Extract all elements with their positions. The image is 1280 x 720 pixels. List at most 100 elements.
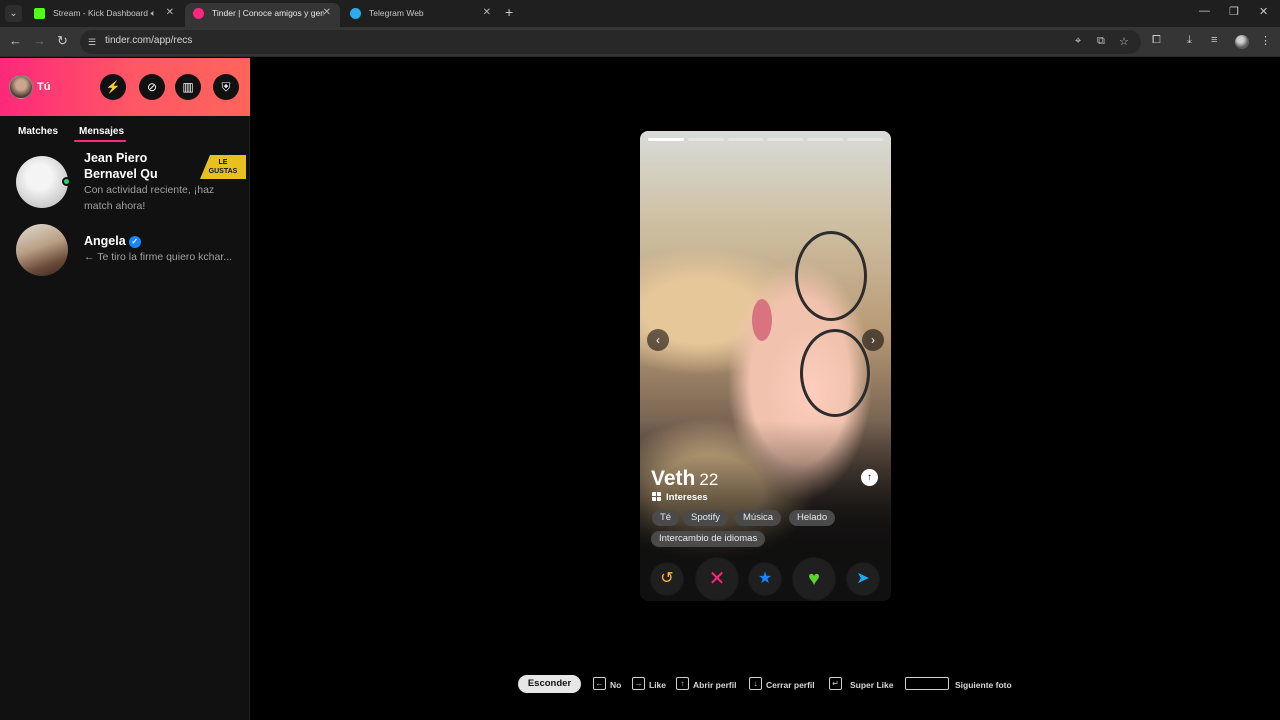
interest-chip: Intercambio de idiomas <box>651 531 766 547</box>
next-photo-icon[interactable]: › <box>862 329 884 351</box>
avatar <box>16 156 68 208</box>
site-info-icon[interactable]: ☰ <box>88 36 100 48</box>
speaker-icon[interactable]: 🔈︎ <box>151 3 156 23</box>
photo-progress-segment <box>648 138 684 141</box>
close-tab-icon[interactable]: ✕ <box>166 3 174 23</box>
shortcut-label: Like <box>649 680 667 690</box>
url-text[interactable]: tinder.com/app/recs <box>105 35 192 46</box>
my-profile-label[interactable]: Tú <box>37 81 50 93</box>
active-tab-indicator <box>74 140 126 142</box>
arrow-down-key-icon: ↓ <box>749 677 762 690</box>
tab-title: Stream - Kick Dashboard <box>53 8 148 18</box>
bookmark-star-icon[interactable]: ☆ <box>1119 35 1129 48</box>
tab-tinder[interactable]: Tinder | Conoce amigos y gente ✕ <box>185 3 340 27</box>
photo-progress-segment <box>727 138 764 141</box>
explore-icon[interactable]: ⊘ <box>139 74 165 100</box>
conversation-name: Angela <box>84 234 126 248</box>
rewind-button[interactable]: ↺ <box>651 563 683 595</box>
conversation-name: Bernavel Qu <box>84 167 158 181</box>
photo-progress-segment <box>767 138 804 141</box>
hide-shortcuts-button[interactable]: Esconder <box>518 675 581 693</box>
minimize-icon[interactable]: — <box>1199 5 1210 17</box>
conversation-preview: ← Te tiro la firme quiero kchar... <box>84 251 233 263</box>
boost-send-icon: ➤ <box>856 570 870 587</box>
tab-kick-dashboard[interactable]: Stream - Kick Dashboard 🔈︎ ✕ <box>26 3 183 27</box>
tab-mensajes[interactable]: Mensajes <box>79 126 124 137</box>
interest-chip: Música <box>735 510 782 526</box>
conversation-item[interactable]: Angela ✓ ← Te tiro la firme quiero kchar.… <box>0 222 250 280</box>
telegram-favicon-icon <box>350 8 361 19</box>
super-like-button[interactable]: ★ <box>749 563 781 595</box>
shortcut-label: Cerrar perfil <box>766 680 815 690</box>
boost-icon[interactable]: ⚡ <box>100 74 126 100</box>
shortcut-label: Siguiente foto <box>955 680 1012 690</box>
open-profile-icon[interactable]: ↑ <box>861 469 878 486</box>
avatar <box>16 224 68 276</box>
gift-icon[interactable]: ▥ <box>175 74 201 100</box>
like-heart-icon: ♥ <box>808 568 820 590</box>
photo-detail <box>800 329 870 417</box>
tinder-favicon-icon <box>193 8 204 19</box>
extensions-icon[interactable]: ⧠ <box>1152 34 1161 47</box>
tab-title: Telegram Web <box>369 8 424 18</box>
browser-menu-icon[interactable]: ⋮ <box>1260 34 1271 47</box>
verified-icon: ✓ <box>128 236 141 248</box>
super-like-star-icon: ★ <box>757 570 773 587</box>
profile-name-row: Veth 22 <box>651 467 718 491</box>
shortcut-label: Super Like <box>850 680 894 690</box>
window-close-icon[interactable]: ✕ <box>1259 5 1268 18</box>
interest-chip: Té <box>652 510 680 526</box>
tab-title: Tinder | Conoce amigos y gente <box>212 8 324 18</box>
profile-name: Veth <box>651 467 696 490</box>
online-indicator <box>62 177 71 186</box>
my-profile-avatar[interactable] <box>9 75 33 99</box>
photo-detail <box>795 231 867 321</box>
interest-chip: Helado <box>789 510 836 526</box>
kick-favicon-icon <box>34 8 45 19</box>
photo-progress-segment <box>687 138 724 141</box>
shortcut-label: No <box>610 680 622 690</box>
conversation-name-row: Angela ✓ <box>84 233 141 249</box>
media-controls-icon[interactable]: ≡ <box>1211 34 1217 46</box>
nope-button[interactable]: ✕ <box>696 558 738 600</box>
photo-progress <box>648 138 883 141</box>
location-icon[interactable]: ⌖ <box>1075 35 1081 48</box>
badge-text: GUSTAS <box>208 168 238 175</box>
restore-icon[interactable]: ❐ <box>1229 5 1239 18</box>
arrow-left-key-icon: ← <box>593 677 606 690</box>
arrow-right-key-icon: → <box>632 677 645 690</box>
photo-progress-segment <box>847 138 883 141</box>
interest-chip: Spotify <box>683 510 729 526</box>
reload-icon[interactable]: ↻ <box>57 33 68 49</box>
nope-icon: ✕ <box>708 568 726 590</box>
profile-age: 22 <box>699 470 719 489</box>
tab-matches[interactable]: Matches <box>18 126 58 137</box>
browser-toolbar: ← → ↻ ☰ tinder.com/app/recs ⌖ ⧉ ☆ ⧠ ⤓ ≡ … <box>0 27 1280 57</box>
interests-heading-row: Intereses <box>652 492 708 503</box>
download-icon[interactable]: ⤓ <box>1187 34 1192 47</box>
install-app-icon[interactable]: ⧉ <box>1097 35 1105 48</box>
address-bar[interactable]: ☰ tinder.com/app/recs ⌖ ⧉ ☆ <box>80 30 1141 54</box>
new-tab-icon[interactable]: + <box>505 4 513 20</box>
profile-card[interactable]: ‹ › ↑ Veth 22 Intereses Té Spotify Música… <box>640 131 891 601</box>
browser-profile-avatar[interactable] <box>1235 35 1249 49</box>
close-tab-icon[interactable]: ✕ <box>323 3 331 23</box>
photo-progress-segment <box>807 138 844 141</box>
conversation-name: Jean Piero <box>84 151 148 165</box>
interests-grid-icon <box>652 492 661 501</box>
back-icon[interactable]: ← <box>9 33 22 48</box>
close-tab-icon[interactable]: ✕ <box>483 3 491 23</box>
tab-search-icon[interactable]: ⌄ <box>5 5 22 22</box>
boost-button[interactable]: ➤ <box>847 563 879 595</box>
like-button[interactable]: ♥ <box>793 558 835 600</box>
conversation-preview: Con actividad reciente, ¡haz <box>84 184 215 196</box>
forward-icon[interactable]: → <box>33 33 46 48</box>
tab-telegram[interactable]: Telegram Web ✕ <box>342 3 500 27</box>
browser-tab-strip: ⌄ Stream - Kick Dashboard 🔈︎ ✕ Tinder | … <box>0 0 1280 27</box>
photo-detail <box>752 299 772 341</box>
profile-photo[interactable] <box>640 131 891 571</box>
shield-icon[interactable]: ⛨ <box>213 74 239 100</box>
sidebar-header: Tú ⚡ ⊘ ▥ ⛨ <box>0 58 250 116</box>
arrow-up-key-icon: ↑ <box>676 677 689 690</box>
previous-photo-icon[interactable]: ‹ <box>647 329 669 351</box>
